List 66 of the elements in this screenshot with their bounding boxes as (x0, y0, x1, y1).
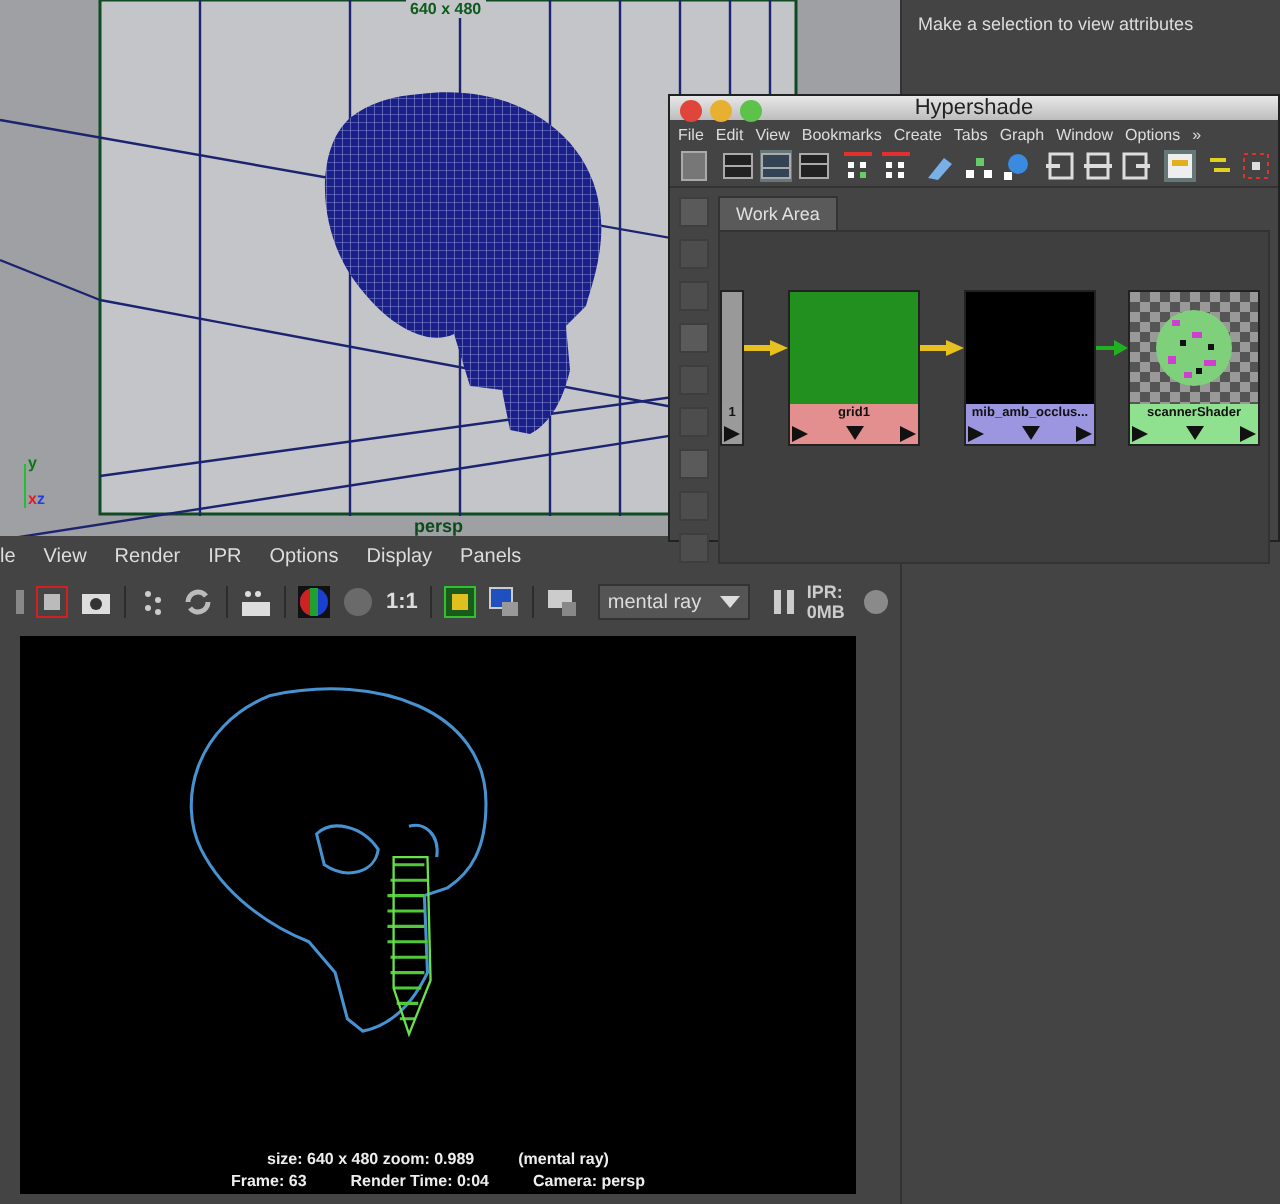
layout-icon[interactable] (798, 150, 830, 182)
menu-item[interactable]: Edit (715, 126, 744, 144)
renderer-dropdown[interactable]: mental ray (597, 584, 751, 620)
input-connections-icon[interactable] (1044, 150, 1076, 182)
connection-arrow (744, 339, 788, 355)
io-connections-icon[interactable] (1082, 150, 1114, 182)
axis-label: z (36, 492, 45, 508)
connection-arrow (920, 339, 964, 355)
ipr-memory-label: IPR: 0MB (806, 582, 847, 622)
swatch-toggle-icon[interactable] (1164, 150, 1196, 182)
menu-item[interactable]: Graph (999, 126, 1045, 144)
clapper-icon[interactable] (240, 586, 272, 618)
node-grid-icon[interactable] (880, 150, 912, 182)
menu-item[interactable]: IPR (208, 544, 242, 572)
rgb-channels-icon[interactable] (298, 586, 330, 618)
axis-label: x (28, 492, 37, 508)
axis-label: y (28, 456, 37, 472)
menu-item[interactable]: Options (269, 544, 339, 572)
menu-item[interactable]: File (678, 126, 704, 144)
render-info-text: Frame: 63 (230, 1172, 307, 1190)
pause-icon[interactable] (774, 590, 795, 614)
clipboard-icon[interactable] (678, 150, 710, 182)
ratio-button[interactable]: 1:1 (386, 590, 418, 614)
display-icon[interactable] (545, 586, 578, 618)
image-stack-icon[interactable] (487, 586, 520, 618)
dotted-box-icon[interactable] (1240, 150, 1272, 182)
minimize-button[interactable] (710, 100, 732, 122)
caret-icon[interactable] (720, 596, 741, 608)
menu-item[interactable]: Options (1125, 126, 1181, 144)
menu-item[interactable]: Display (366, 544, 433, 572)
menu-item[interactable]: View (43, 544, 87, 572)
tab[interactable]: Work Area (718, 196, 838, 230)
window-title: Hypershade (914, 96, 1034, 120)
region-icon[interactable] (443, 586, 476, 618)
resolution-label: 640 x 480 (406, 0, 486, 18)
expand-arrow-icon[interactable] (1021, 426, 1039, 440)
menu-item[interactable]: le (0, 544, 16, 572)
menu-item[interactable]: Render (114, 544, 181, 572)
menu-item[interactable]: Tabs (953, 126, 988, 144)
layout-icon[interactable] (760, 150, 792, 182)
connection-arrow (1096, 339, 1128, 355)
menu-item[interactable]: Bookmarks (801, 126, 882, 144)
expand-arrow-icon[interactable] (845, 426, 863, 440)
expand-arrow-icon[interactable] (1185, 426, 1203, 440)
menu-item[interactable]: » (1192, 126, 1202, 144)
zoom-button[interactable] (740, 100, 762, 122)
render-info-text: Camera: persp (532, 1172, 646, 1190)
node-grid-icon[interactable] (842, 150, 874, 182)
output-connections-icon[interactable] (1120, 150, 1152, 182)
menu-item[interactable]: View (755, 126, 790, 144)
close-button[interactable] (680, 100, 702, 122)
camera-label: persp (414, 516, 464, 536)
input-port-icon[interactable] (724, 425, 740, 441)
layout-icon[interactable] (722, 150, 754, 182)
render-info-text: size: 640 x 480 zoom: 0.989 (267, 1150, 475, 1168)
attribute-message: Make a selection to view attributes (916, 12, 1196, 34)
menu-item[interactable]: Create (893, 126, 942, 144)
render-info-text: (mental ray) (518, 1150, 609, 1168)
render-info-text: Render Time: 0:04 (350, 1172, 489, 1190)
menu-item[interactable]: Window (1056, 126, 1114, 144)
sphere-icon[interactable] (1000, 150, 1032, 182)
snapshot-icon[interactable] (36, 586, 68, 618)
toolbar-icon[interactable] (16, 586, 24, 618)
refresh-icon[interactable] (182, 586, 214, 618)
menu-item[interactable]: Panels (460, 544, 522, 572)
status-circle-icon (864, 590, 888, 614)
